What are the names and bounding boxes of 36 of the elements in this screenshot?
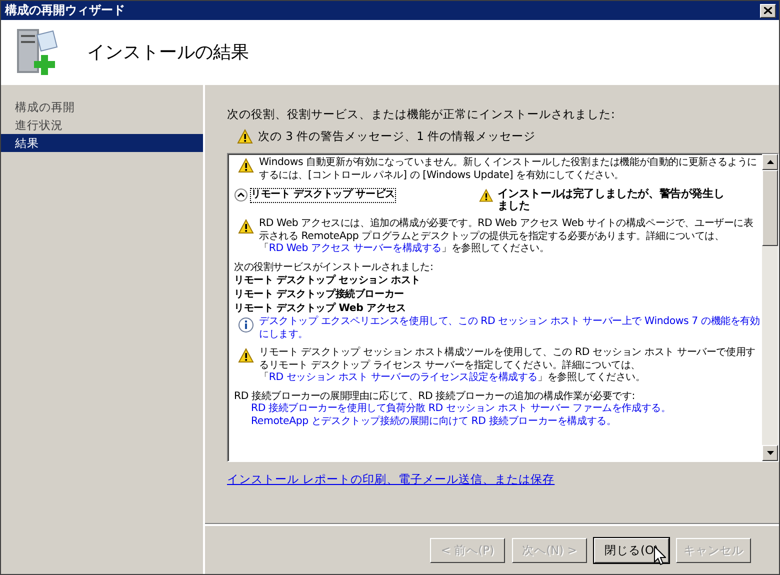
warning-icon xyxy=(479,188,494,203)
message-text: RD Web アクセスには、追加の構成が必要です。RD Web アクセス Web サイトの構成ページで、ユーザーに表示される RemoteApp プログラムとデスクトップの提供元を指定する必要があります。詳細については、「RD Web アクセス サーバーを構成する」を参照してください。 xyxy=(259,218,754,256)
message-text: リモート デスクトップ セッション ホスト構成ツールを使用して、この RD セッション ホスト サーバーで使用するリモート デスクトップ ライセンス サーバーを指定してください。詳細については、「RD セッション ホスト サーバーのライセンス設定を構成する」を参照してください。 xyxy=(259,347,756,384)
scroll-down-button[interactable] xyxy=(762,445,778,461)
list-text: RD 接続ブローカーの展開理由に応じて、RD 接続ブローカーの追加の構成作業が必要です: xyxy=(234,390,636,402)
scroll-up-button[interactable] xyxy=(762,154,778,170)
status-text: インストールは完了しましたが、警告が発生しました xyxy=(497,188,726,212)
report-link[interactable]: インストール レポートの印刷、電子メール送信、または保存 xyxy=(227,472,555,487)
up-arrow-icon xyxy=(766,160,774,164)
help-link[interactable]: デスクトップ エクスペリエンスを使用して、この RD セッション ホスト サーバー上で Windows 7 の機能を有効にします。 xyxy=(259,316,760,341)
step-item[interactable]: 進行状況 xyxy=(1,116,203,134)
list-text: 次の役割サービスがインストールされました: xyxy=(234,262,434,274)
help-link[interactable]: RD セッション ホスト サーバーのライセンス設定を構成する xyxy=(268,372,538,383)
warning-icon xyxy=(238,348,254,363)
help-link[interactable]: RD 接続ブローカーを使用して負荷分散 RD セッション ホスト サーバー ファームを作成する。 xyxy=(251,403,671,414)
step-item[interactable]: 構成の再開 xyxy=(1,98,203,116)
info-icon xyxy=(238,317,254,333)
role-service: リモート デスクトップ接続ブローカー xyxy=(234,288,405,302)
warning-icon xyxy=(238,158,254,173)
role-service: リモート デスクトップ Web アクセス xyxy=(234,302,407,316)
role-service: リモート デスクトップ セッション ホスト xyxy=(234,274,422,288)
warning-icon xyxy=(237,129,253,144)
intro-text: 次の役割、役割サービス、または機能が正常にインストールされました: xyxy=(227,107,616,122)
help-link[interactable]: RemoteApp とデスクトップ接続の展開に向けて RD 接続ブローカーを構成する。 xyxy=(251,416,616,426)
down-arrow-icon xyxy=(766,451,774,455)
help-link[interactable]: RD Web アクセス サーバーを構成する xyxy=(268,243,442,254)
page-heading: インストールの結果 xyxy=(87,41,249,64)
close-button[interactable] xyxy=(760,4,776,18)
scroll-thumb[interactable] xyxy=(762,170,778,246)
close-icon xyxy=(764,7,772,14)
summary-text: 次の 3 件の警告メッセージ、1 件の情報メッセージ xyxy=(258,129,536,144)
step-item[interactable]: 結果 xyxy=(1,134,203,152)
warning-icon xyxy=(238,219,254,234)
collapse-icon xyxy=(234,188,248,202)
window-title: 構成の再開ウィザード xyxy=(5,2,125,19)
message-text: Windows 自動更新が有効になっていません。新しくインストールした役割または機能が自動的に更新さるようにするには、[コントロール パネル] の [Windows Update] を有効にしてください。 xyxy=(259,157,758,182)
